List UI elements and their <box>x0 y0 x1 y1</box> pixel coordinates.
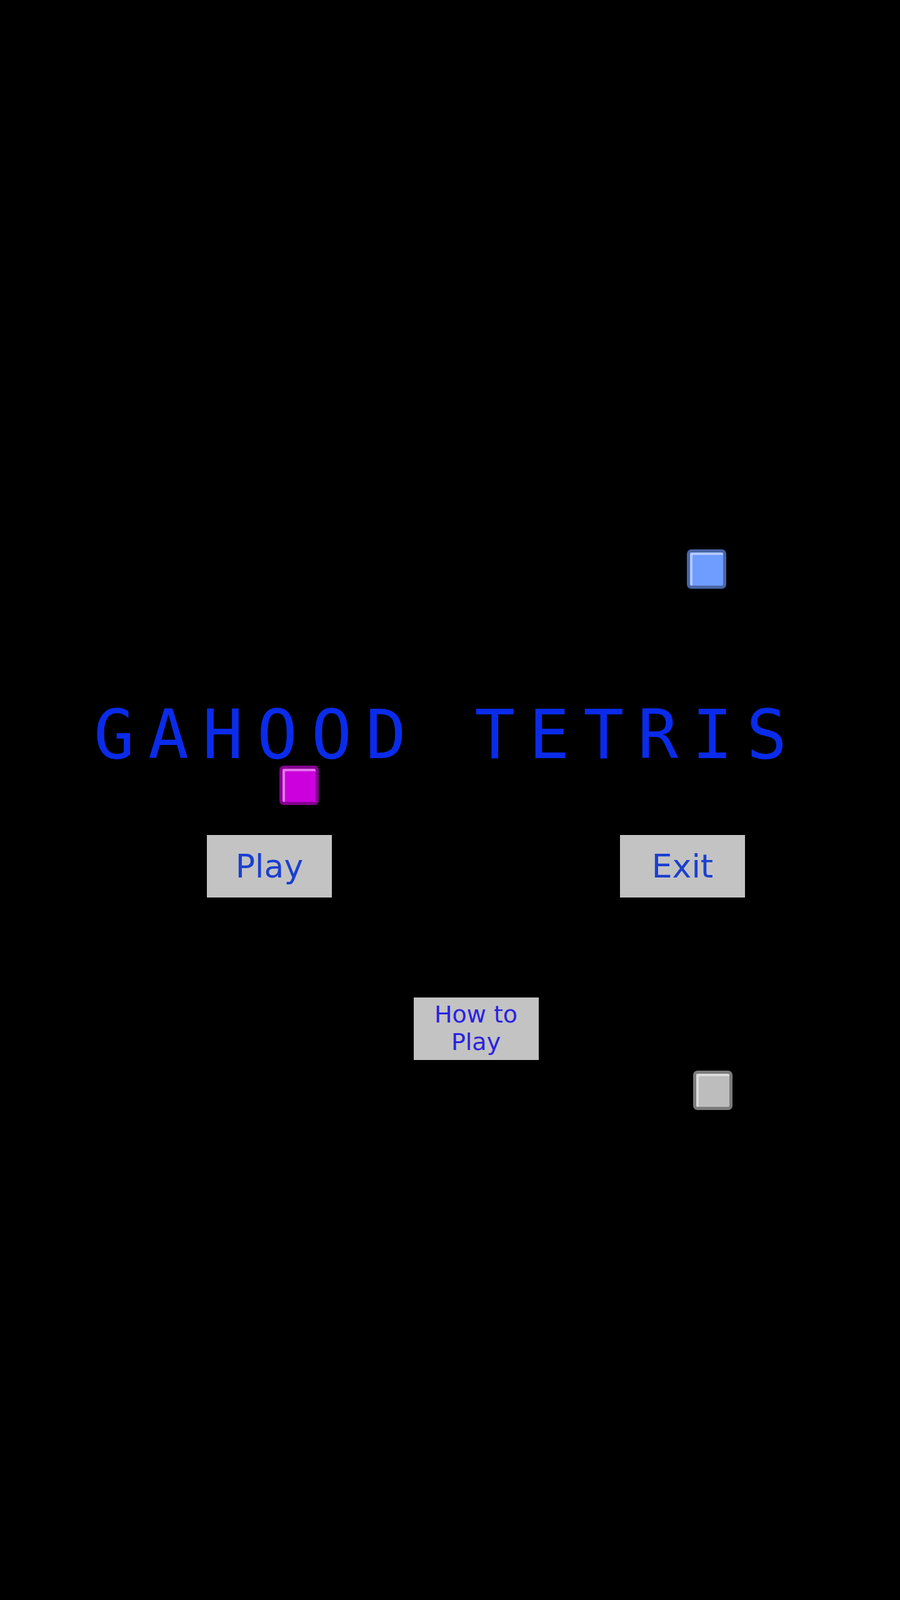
falling-block-icon <box>693 1070 733 1110</box>
menu-button[interactable]: Play <box>206 835 332 898</box>
menu: Play Exit How to Play <box>206 835 745 1060</box>
button-row: Play Exit <box>206 835 745 898</box>
falling-block-icon <box>686 549 727 589</box>
game-title: GAHOOD TETRIS <box>0 693 900 777</box>
falling-block-icon <box>279 765 319 805</box>
help-row: How to Play <box>206 997 745 1060</box>
menu-button[interactable]: Exit <box>620 835 745 898</box>
menu-screen: GAHOOD TETRIS Play Exit How to Play <box>0 0 900 1600</box>
how-to-play-button[interactable]: How to Play <box>413 997 539 1060</box>
